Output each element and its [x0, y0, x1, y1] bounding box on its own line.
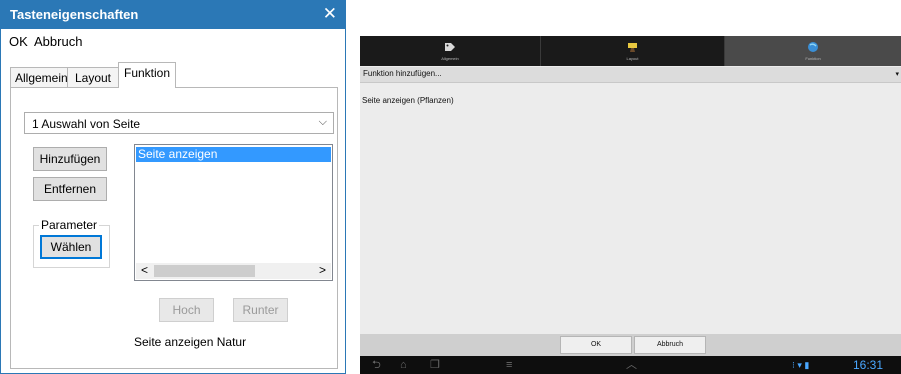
scroll-thumb[interactable] [154, 265, 255, 277]
function-list[interactable]: Seite anzeigen < > [134, 144, 333, 281]
tab-function[interactable]: Funktion [118, 62, 176, 88]
globe-icon [808, 42, 818, 52]
tablet-tab-label: Allgemein [441, 56, 459, 61]
scroll-right-icon[interactable]: > [319, 263, 326, 277]
selected-function-text: Seite anzeigen Natur [134, 335, 247, 349]
title-bar: Tasteneigenschaften ✕ [1, 1, 345, 29]
tablet-tab-layout[interactable]: Layout [541, 36, 724, 66]
menu-icon[interactable]: ≡ [506, 359, 512, 371]
notification-icons: ⁝ ▾ ▮ [792, 360, 810, 370]
tag-icon [445, 43, 455, 51]
down-button[interactable]: Runter [233, 298, 288, 322]
menu-ok[interactable]: OK [9, 34, 28, 49]
close-icon[interactable]: ✕ [323, 4, 337, 24]
parameter-label: Parameter [39, 218, 100, 232]
clock: 16:31 [852, 358, 883, 372]
chevron-up-icon[interactable]: ︿ [626, 359, 637, 371]
properties-dialog: Tasteneigenschaften ✕ OK Abbruch Allgeme… [0, 0, 346, 374]
tab-layout[interactable]: Layout [67, 67, 119, 87]
horizontal-scrollbar[interactable]: < > [136, 263, 331, 279]
tablet-tab-bar: Allgemein Layout Funktion [360, 36, 901, 66]
tablet-tab-label: Layout [626, 56, 639, 61]
menu-cancel[interactable]: Abbruch [34, 34, 82, 49]
chevron-down-icon: ⌵ [318, 116, 327, 128]
tablet-button-bar: OK Abbruch [360, 334, 901, 356]
tab-general[interactable]: Allgemein [10, 67, 68, 87]
list-item[interactable]: Seite anzeigen [136, 147, 331, 162]
dropdown-arrow-icon: ▾ [895, 71, 899, 78]
up-button[interactable]: Hoch [159, 298, 214, 322]
function-entry[interactable]: Seite anzeigen (Pflanzen) [362, 96, 454, 105]
choose-button[interactable]: Wählen [40, 235, 102, 259]
add-function-dropdown[interactable]: Funktion hinzufügen... ▾ [360, 67, 901, 83]
tablet-tab-label: Funktion [805, 56, 821, 61]
recent-apps-icon[interactable]: ❐ [430, 359, 440, 371]
function-select-value: 1 Auswahl von Seite [32, 117, 141, 131]
tablet-ok-button[interactable]: OK [560, 336, 632, 354]
function-select[interactable]: 1 Auswahl von Seite ⌵ [24, 112, 334, 134]
scroll-left-icon[interactable]: < [141, 263, 148, 277]
remove-button[interactable]: Entfernen [33, 177, 107, 201]
tablet-tab-function[interactable]: Funktion [725, 36, 901, 66]
add-function-label: Funktion hinzufügen... [363, 69, 442, 78]
android-nav-bar: ⮌ ⌂ ❐ ≡ ︿ ⁝ ▾ ▮ 16:31 [360, 356, 901, 374]
menu-bar: OK Abbruch [1, 31, 345, 51]
add-button[interactable]: Hinzufügen [33, 147, 107, 171]
tablet-cancel-button[interactable]: Abbruch [634, 336, 706, 354]
brush-icon [627, 43, 637, 52]
home-icon[interactable]: ⌂ [400, 359, 407, 371]
tablet-tab-general[interactable]: Allgemein [360, 36, 540, 66]
back-icon[interactable]: ⮌ [372, 359, 381, 371]
tablet-screen: Allgemein Layout Funktion Funktion hinzu… [360, 36, 901, 374]
dialog-title: Tasteneigenschaften [10, 7, 139, 22]
tab-strip: Allgemein Layout Funktion [1, 56, 345, 88]
